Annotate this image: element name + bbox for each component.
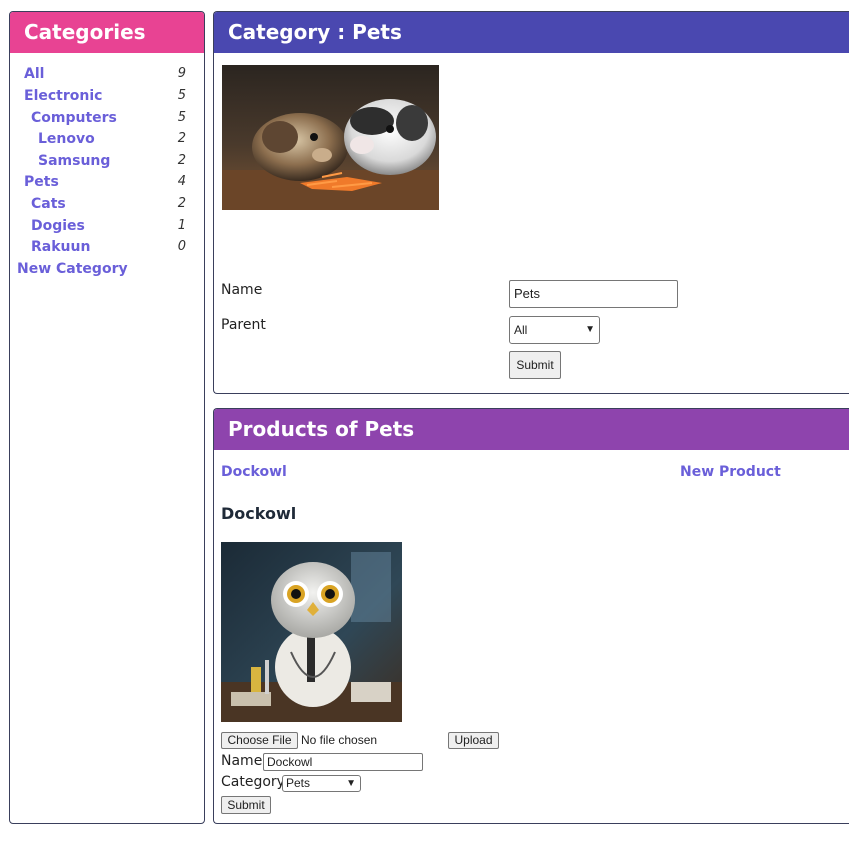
sidebar-item-count: 2 [177,131,186,146]
sidebar-title: Categories [10,12,204,53]
chevron-down-icon: ▼ [585,324,595,335]
sidebar-item-count: 9 [177,66,186,81]
product-name-input[interactable]: Dockowl [263,753,423,771]
sidebar-item-computers: Computers 5 [31,108,204,128]
sidebar-item-label[interactable]: Lenovo [38,131,95,147]
product-category-select[interactable]: Pets ▼ [282,775,361,792]
category-title: Category : Pets [214,12,849,53]
parent-select[interactable]: All ▼ [509,316,600,344]
product-image [221,542,402,722]
sidebar-item-cats: Cats 2 [31,194,204,214]
upload-button[interactable]: Upload [448,732,499,749]
sidebar-item-label[interactable]: Pets [24,174,59,190]
product-category-label: Category [221,774,285,790]
new-category-link[interactable]: New Category [17,261,128,277]
sidebar-item-label[interactable]: All [24,66,44,82]
sidebar-item-count: 2 [177,153,186,168]
sidebar-item-count: 5 [177,110,186,125]
sidebar-item-rakuun: Rakuun 0 [31,237,204,257]
category-submit-button[interactable]: Submit [509,351,561,379]
product-link-dockowl[interactable]: Dockowl [221,464,287,480]
sidebar-item-count: 4 [177,174,186,189]
sidebar-item-lenovo: Lenovo 2 [38,129,204,149]
sidebar-item-count: 1 [177,218,186,233]
category-name-input[interactable]: Pets [509,280,678,308]
sidebar-item-count: 5 [177,88,186,103]
categories-sidebar: Categories All 9 Electronic 5 Computers … [9,11,205,824]
sidebar-item-label[interactable]: Rakuun [31,239,90,255]
sidebar-item-count: 2 [177,196,186,211]
sidebar-item-all: All 9 [24,64,204,84]
sidebar-item-label[interactable]: Computers [31,110,117,126]
sidebar-item-count: 0 [177,239,186,254]
parent-select-value: All [514,323,528,337]
sidebar-item-label[interactable]: Dogies [31,218,85,234]
product-name-label: Name [221,753,263,769]
new-category-row: New Category [17,259,204,279]
new-product-link[interactable]: New Product [680,464,781,480]
sidebar-item-pets: Pets 4 [24,172,204,192]
parent-label: Parent [221,317,266,333]
products-title: Products of Pets [214,409,849,450]
file-status-text: No file chosen [301,733,378,747]
owl-doctor-image [221,542,402,722]
category-panel: Category : Pets Name Pets Parent All ▼ S… [213,11,849,394]
product-heading: Dockowl [221,504,297,523]
sidebar-item-electronic: Electronic 5 [24,86,204,106]
products-panel: Products of Pets Dockowl New Product Doc… [213,408,849,824]
category-image [222,65,439,210]
sidebar-item-label[interactable]: Cats [31,196,66,212]
name-label: Name [221,282,263,298]
choose-file-button[interactable]: Choose File [221,732,298,749]
guinea-pigs-image [222,65,439,210]
product-submit-button[interactable]: Submit [221,796,271,814]
product-category-value: Pets [286,776,311,790]
chevron-down-icon: ▼ [346,777,356,789]
sidebar-item-label[interactable]: Samsung [38,153,110,169]
sidebar-item-samsung: Samsung 2 [38,151,204,171]
sidebar-item-dogies: Dogies 1 [31,216,204,236]
sidebar-item-label[interactable]: Electronic [24,88,102,104]
